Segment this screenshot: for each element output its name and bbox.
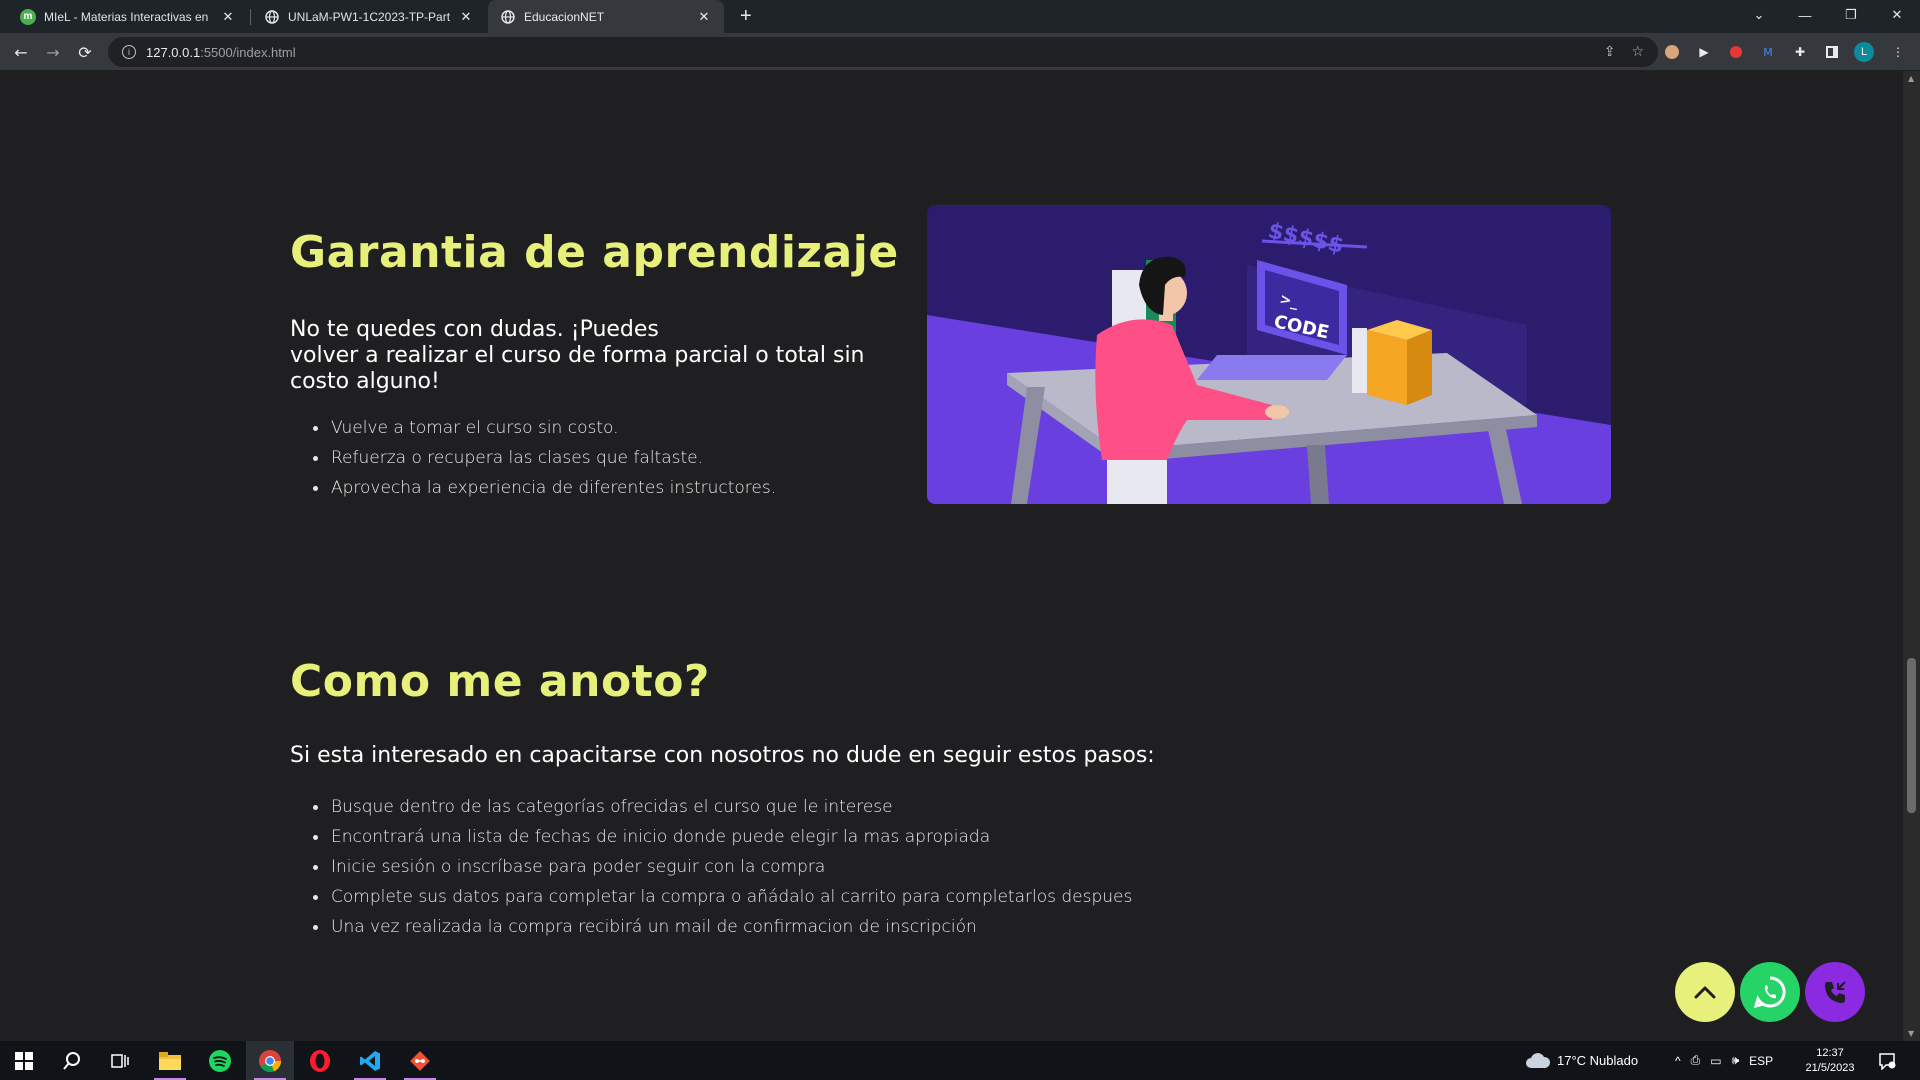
tab-search-icon[interactable]: ⌄ [1736,0,1782,30]
chevron-up-icon[interactable]: ^ [1675,1054,1681,1068]
network-icon[interactable]: ▭ [1710,1054,1721,1068]
share-icon[interactable]: ⇪ [1604,44,1616,60]
notifications-button[interactable] [1878,1041,1896,1080]
tab-title: MIeL - Materias Interactivas en Lí [44,9,212,24]
page-content: Garantia de aprendizaje No te quedes con… [0,71,1903,1041]
folder-icon [159,1051,181,1070]
list-item: Busque dentro de las categorías ofrecida… [313,792,1132,822]
chrome-button[interactable] [246,1041,294,1080]
git-app-button[interactable] [396,1041,444,1080]
scroll-top-button[interactable] [1675,962,1735,1022]
guarantee-list: Vuelve a tomar el curso sin costo. Refue… [313,413,776,503]
list-item: Una vez realizada la compra recibirá un … [313,912,1132,942]
globe-icon [500,9,516,25]
clock[interactable]: 12:37 21/5/2023 [1805,1041,1855,1080]
menu-icon[interactable]: ⋮ [1888,42,1908,62]
list-item: Encontrará una lista de fechas de inicio… [313,822,1132,852]
whatsapp-icon [1753,976,1786,1009]
guarantee-title: Garantia de aprendizaje [290,227,899,278]
scroll-thumb[interactable] [1907,658,1916,813]
close-icon[interactable]: ✕ [220,9,236,25]
camera-icon[interactable]: ⎙ [1691,1053,1701,1068]
cloud-icon [1526,1052,1551,1068]
chevron-up-icon [1694,986,1716,999]
close-icon[interactable]: ✕ [458,9,474,25]
git-icon [410,1050,430,1071]
profile-avatar[interactable]: L [1854,42,1874,62]
back-button[interactable]: ← [8,39,34,65]
restore-button[interactable]: ❐ [1828,0,1874,30]
extension-icon[interactable] [1662,42,1682,62]
signup-steps-list: Busque dentro de las categorías ofrecida… [313,792,1132,942]
weather-widget[interactable]: 17°C Nublado [1525,1041,1638,1080]
vscode-button[interactable] [346,1041,394,1080]
tab-educacionnet[interactable]: EducacionNET ✕ [488,0,724,33]
signup-title: Como me anoto? [290,656,710,707]
spotify-icon [209,1049,231,1072]
page-scrollbar[interactable]: ▲ ▼ [1903,71,1920,1041]
reload-button[interactable]: ⟳ [72,39,98,65]
search-icon [63,1051,80,1070]
list-item: Refuerza o recupera las clases que falta… [313,443,776,473]
language-indicator[interactable]: ESP [1749,1054,1773,1068]
minimize-button[interactable]: — [1782,0,1828,30]
task-view-button[interactable] [96,1041,144,1080]
side-panel-icon[interactable] [1822,42,1842,62]
spotify-button[interactable] [196,1041,244,1080]
opera-button[interactable] [296,1041,344,1080]
file-explorer-button[interactable] [146,1041,194,1080]
address-bar[interactable]: i 127.0.0.1:5500/index.html ⇪ ☆ [108,37,1658,67]
search-button[interactable] [48,1041,96,1080]
bookmark-star-icon[interactable]: ☆ [1631,44,1644,60]
system-tray: ^ ⎙ ▭ 🕪 ESP [1675,1041,1773,1080]
puzzle-icon[interactable]: ✚ [1790,42,1810,62]
list-item: Complete sus datos para completar la com… [313,882,1132,912]
start-button[interactable] [0,1041,48,1080]
notification-icon [1879,1052,1896,1070]
tab-title: EducacionNET [524,9,605,24]
extension-red-icon[interactable] [1726,42,1746,62]
forward-button[interactable]: → [40,39,66,65]
phone-icon [1825,981,1846,1003]
signup-lead: Si esta interesado en capacitarse con no… [290,743,1155,768]
tab-title: UNLaM-PW1-1C2023-TP-Parte1 [288,9,450,24]
list-item: Vuelve a tomar el curso sin costo. [313,413,776,443]
globe-icon [264,9,280,25]
scroll-down-arrow-icon[interactable]: ▼ [1908,1029,1914,1038]
tab-unlam[interactable]: UNLaM-PW1-1C2023-TP-Parte1 ✕ [252,0,486,33]
close-icon[interactable]: ✕ [696,9,712,25]
play-extension-icon[interactable]: ▶ [1694,42,1714,62]
task-view-icon [111,1053,129,1068]
volume-icon[interactable]: 🕪 [1732,1053,1740,1068]
whatsapp-button[interactable] [1740,962,1800,1022]
url-text: 127.0.0.1:5500/index.html [146,44,296,60]
windows-taskbar: 17°C Nublado ^ ⎙ ▭ 🕪 ESP 12:37 21/5/2023 [0,1041,1920,1080]
info-icon[interactable]: i [122,45,136,59]
guarantee-lead: No te quedes con dudas. ¡Puedes volver a… [290,317,865,394]
browser-tab-bar: m MIeL - Materias Interactivas en Lí ✕ U… [0,0,1920,33]
phone-button[interactable] [1805,962,1865,1022]
guarantee-illustration: >_ CODE $$$$$ [927,205,1611,504]
tab-miel[interactable]: m MIeL - Materias Interactivas en Lí ✕ [8,0,248,33]
list-item: Aprovecha la experiencia de diferentes i… [313,473,776,503]
chrome-icon [259,1049,281,1072]
vscode-icon [360,1050,380,1071]
list-item: Inicie sesión o inscríbase para poder se… [313,852,1132,882]
opera-icon [310,1049,330,1072]
scroll-up-arrow-icon[interactable]: ▲ [1908,74,1914,83]
close-window-button[interactable]: ✕ [1874,0,1920,30]
extension-m-icon[interactable]: M [1758,42,1778,62]
miel-icon: m [20,8,36,25]
browser-toolbar: ← → ⟳ i 127.0.0.1:5500/index.html ⇪ ☆ ▶ … [0,33,1920,71]
windows-logo-icon [15,1051,33,1070]
new-tab-button[interactable]: + [740,5,752,28]
